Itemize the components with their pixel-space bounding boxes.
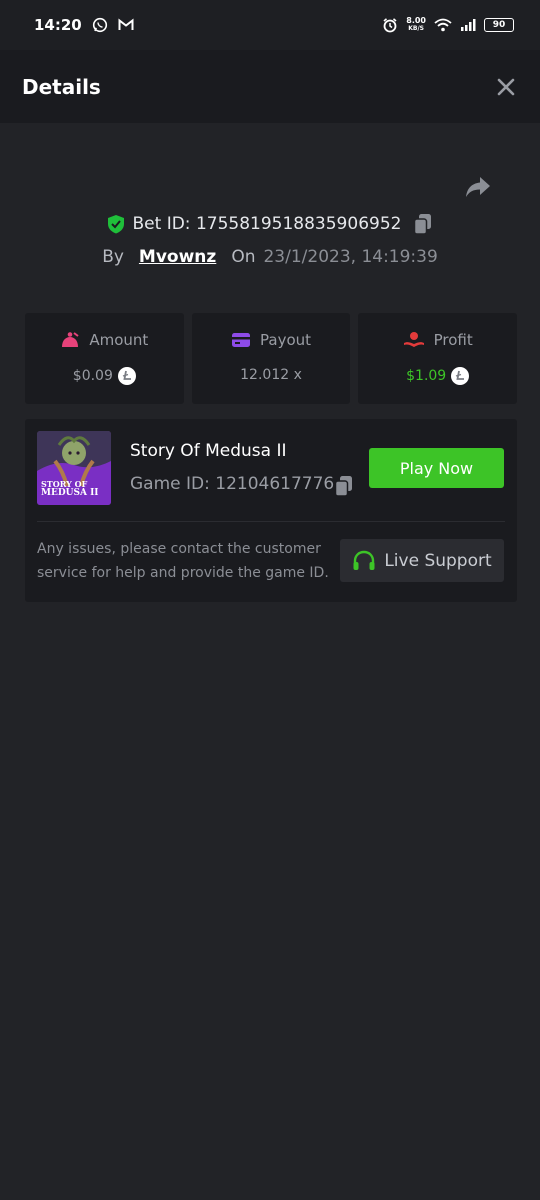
- game-thumbnail[interactable]: STORY OF MEDUSA II: [37, 431, 111, 505]
- headphones-icon: [352, 550, 376, 572]
- game-id-text: Game ID: 12104617776: [130, 474, 334, 494]
- page-title: Details: [22, 74, 101, 99]
- battery-icon: 90: [484, 18, 514, 32]
- payout-label: Payout: [260, 331, 312, 349]
- game-id-label: Game ID:: [130, 474, 210, 494]
- game-thumb-caption: STORY OF MEDUSA II: [41, 480, 99, 498]
- close-icon: [497, 78, 515, 95]
- copy-game-id-button[interactable]: [334, 475, 354, 501]
- bet-id-value: 1755819518835906952: [195, 214, 402, 234]
- copy-bet-id-button[interactable]: [413, 213, 433, 235]
- amount-label: Amount: [89, 331, 149, 349]
- alarm-icon: [382, 17, 398, 33]
- profit-card: Profit $1.09: [358, 313, 518, 404]
- profit-header: Profit: [403, 331, 473, 349]
- support-text: Any issues, please contact the customer …: [37, 541, 329, 581]
- live-support-label: Live Support: [384, 550, 492, 571]
- live-support-button[interactable]: Live Support: [340, 539, 504, 582]
- whatsapp-icon: [92, 17, 108, 33]
- amount-header: Amount: [60, 331, 148, 349]
- profit-value: $1.09: [406, 368, 447, 384]
- copy-icon: [334, 476, 352, 497]
- play-now-button[interactable]: Play Now: [369, 448, 504, 488]
- amount-icon: [60, 331, 80, 349]
- bet-id-label: Bet ID:: [132, 214, 191, 234]
- by-label: By: [102, 247, 124, 267]
- divider: [37, 521, 505, 522]
- payout-card: Payout 12.012 x: [191, 313, 351, 404]
- bet-id-row: Bet ID: 1755819518835906952: [0, 210, 540, 238]
- bet-date: 23/1/2023, 14:19:39: [263, 247, 438, 267]
- status-time: 14:20: [34, 16, 82, 34]
- signal-icon: [460, 19, 476, 31]
- network-speed-value: 8.00: [406, 16, 426, 25]
- status-bar-left: 14:20: [34, 16, 134, 34]
- profit-value-row: $1.09: [406, 367, 470, 385]
- stats-row: Amount $0.09 Payout 12.012 x Profit $1.0…: [25, 313, 518, 404]
- status-bar-right: 8.00 KB/S 90: [382, 17, 514, 33]
- gmail-icon: [118, 18, 134, 32]
- shield-icon: [107, 214, 125, 234]
- amount-value: $0.09: [72, 368, 113, 384]
- details-header: Details: [0, 50, 540, 123]
- close-button[interactable]: [494, 75, 518, 99]
- battery-level: 90: [492, 20, 506, 30]
- user-link[interactable]: Mvownz: [139, 247, 216, 267]
- game-title: Story Of Medusa II: [130, 441, 287, 461]
- payout-value-row: 12.012 x: [240, 367, 302, 383]
- amount-value-row: $0.09: [73, 367, 136, 385]
- copy-icon: [414, 214, 432, 235]
- status-bar: 14:20 8.00 KB/S 90: [0, 0, 540, 50]
- profit-icon: [403, 331, 425, 349]
- game-thumb-line2: MEDUSA II: [41, 488, 99, 498]
- wallet-icon: [231, 332, 251, 348]
- payout-header: Payout: [231, 331, 311, 349]
- profit-label: Profit: [433, 331, 473, 349]
- game-card: STORY OF MEDUSA II Story Of Medusa II Ga…: [25, 419, 517, 602]
- litecoin-icon: [117, 367, 136, 385]
- share-icon: [466, 177, 490, 197]
- amount-card: Amount $0.09: [25, 313, 184, 404]
- network-speed: 8.00 KB/S: [406, 17, 426, 33]
- game-id-value: 12104617776: [215, 474, 335, 494]
- bet-id-text: Bet ID: 1755819518835906952: [133, 214, 402, 234]
- on-label: On: [231, 247, 256, 267]
- litecoin-icon: [451, 367, 470, 385]
- wifi-icon: [434, 18, 452, 32]
- share-button[interactable]: [463, 174, 493, 200]
- payout-value: 12.012 x: [240, 367, 302, 383]
- by-row: By Mvownz On 23/1/2023, 14:19:39: [0, 244, 540, 270]
- network-speed-unit: KB/S: [408, 25, 424, 32]
